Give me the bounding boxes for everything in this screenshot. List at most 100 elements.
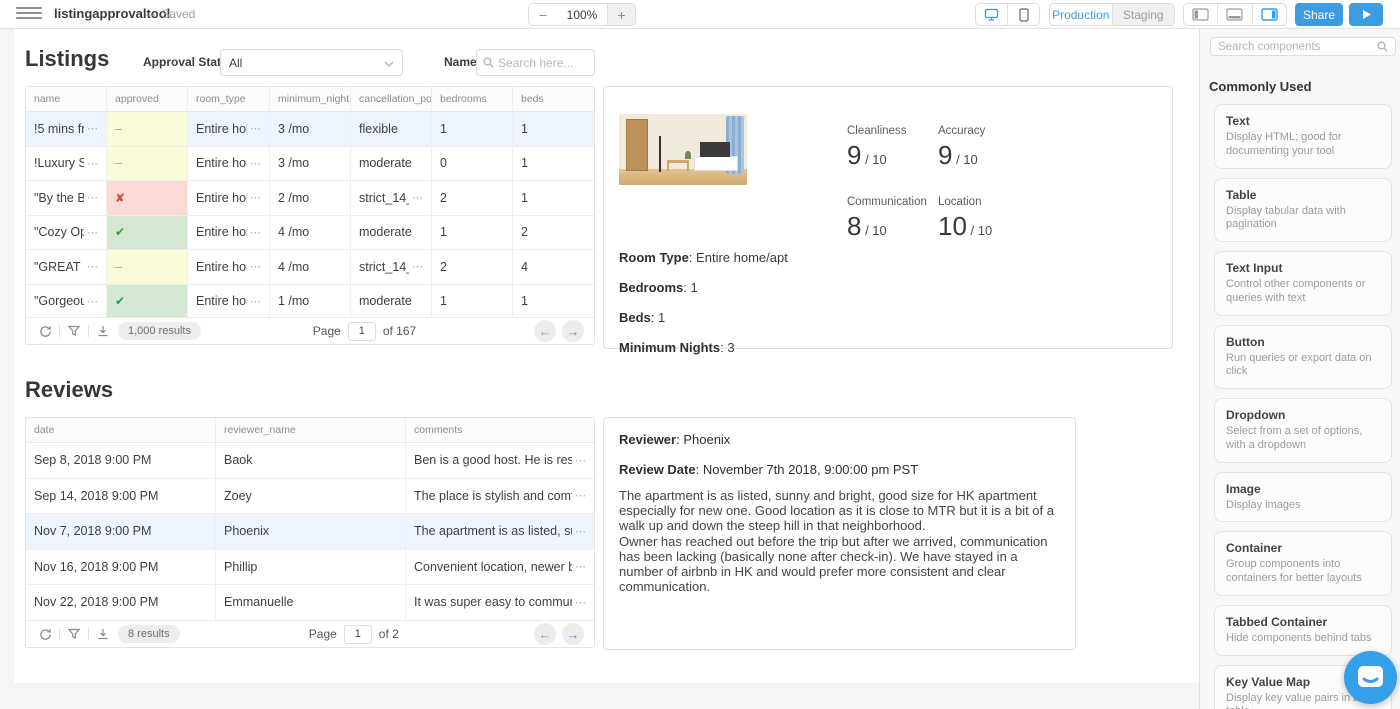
column-header-beds[interactable]: beds xyxy=(513,87,594,111)
components-search-input[interactable] xyxy=(1218,41,1377,53)
column-header-reviewer_name[interactable]: reviewer_name xyxy=(216,418,406,442)
column-header-name[interactable]: name xyxy=(26,87,107,111)
component-card-text-input[interactable]: Text InputControl other components or qu… xyxy=(1214,251,1392,316)
review-row[interactable]: Nov 16, 2018 9:00 PMPhillipConvenient lo… xyxy=(26,550,594,586)
filter-icon[interactable] xyxy=(65,322,83,340)
cell-overflow-icon[interactable]: ⋯ xyxy=(575,560,586,573)
cell-minimum-nights[interactable]: 4 /mo xyxy=(270,250,351,284)
cell-overflow-icon[interactable]: ⋯ xyxy=(250,122,261,135)
component-card-dropdown[interactable]: DropdownSelect from a set of options, wi… xyxy=(1214,398,1392,463)
refresh-icon[interactable] xyxy=(36,322,54,340)
run-button[interactable] xyxy=(1349,3,1383,26)
cell-bedrooms[interactable]: 1 xyxy=(432,285,513,319)
cell-bedrooms[interactable]: 0 xyxy=(432,147,513,181)
cell-overflow-icon[interactable]: ⋯ xyxy=(575,596,586,609)
cell-date[interactable]: Nov 22, 2018 9:00 PM xyxy=(26,585,216,620)
cell-date[interactable]: Nov 16, 2018 9:00 PM xyxy=(26,550,216,585)
listing-row[interactable]: !5 mins fron⋯–Entire home⋯3 /moflexible1… xyxy=(26,112,594,147)
column-header-approved[interactable]: approved xyxy=(107,87,188,111)
cell-beds[interactable]: 1 xyxy=(513,147,594,181)
cell-overflow-icon[interactable]: ⋯ xyxy=(87,226,98,239)
cell-approved[interactable]: ✔ xyxy=(107,285,188,319)
cell-beds[interactable]: 1 xyxy=(513,285,594,319)
cell-name[interactable]: "By the Bay⋯ xyxy=(26,181,107,215)
cell-approved[interactable]: – xyxy=(107,250,188,284)
cell-room-type[interactable]: Entire home⋯ xyxy=(188,147,270,181)
next-page-button[interactable]: → xyxy=(562,320,584,342)
cell-bedrooms[interactable]: 2 xyxy=(432,250,513,284)
toggle-bottom-panel-button[interactable] xyxy=(1217,4,1251,25)
cell-date[interactable]: Sep 14, 2018 9:00 PM xyxy=(26,479,216,514)
cell-room-type[interactable]: Entire home⋯ xyxy=(188,216,270,250)
prev-page-button[interactable]: ← xyxy=(534,623,556,645)
cell-cancellation-policy[interactable]: strict_14_w⋯ xyxy=(351,250,432,284)
cell-overflow-icon[interactable]: ⋯ xyxy=(575,454,586,467)
refresh-icon[interactable] xyxy=(36,625,54,643)
hamburger-menu-icon[interactable] xyxy=(16,7,42,22)
cell-overflow-icon[interactable]: ⋯ xyxy=(412,191,423,204)
cell-room-type[interactable]: Entire home⋯ xyxy=(188,112,270,146)
cell-name[interactable]: !5 mins fron⋯ xyxy=(26,112,107,146)
component-card-container[interactable]: ContainerGroup components into container… xyxy=(1214,531,1392,596)
cell-overflow-icon[interactable]: ⋯ xyxy=(250,295,261,308)
component-card-image[interactable]: ImageDisplay images xyxy=(1214,472,1392,523)
column-header-cancellation_poli...[interactable]: cancellation_poli... xyxy=(351,87,432,111)
cell-overflow-icon[interactable]: ⋯ xyxy=(87,122,98,135)
listing-row[interactable]: "GREAT LOC⋯–Entire home⋯4 /mostrict_14_w… xyxy=(26,250,594,285)
cell-bedrooms[interactable]: 1 xyxy=(432,112,513,146)
cell-reviewer-name[interactable]: Phoenix xyxy=(216,514,406,549)
cell-cancellation-policy[interactable]: strict_14_w⋯ xyxy=(351,181,432,215)
cell-reviewer-name[interactable]: Baok xyxy=(216,443,406,478)
cell-minimum-nights[interactable]: 3 /mo xyxy=(270,112,351,146)
next-page-button[interactable]: → xyxy=(562,623,584,645)
page-number-input[interactable] xyxy=(348,322,376,341)
mobile-view-button[interactable] xyxy=(1007,4,1039,25)
filter-icon[interactable] xyxy=(65,625,83,643)
cell-overflow-icon[interactable]: ⋯ xyxy=(87,157,98,170)
column-header-room_type[interactable]: room_type xyxy=(188,87,270,111)
cell-cancellation-policy[interactable]: moderate xyxy=(351,147,432,181)
cell-beds[interactable]: 1 xyxy=(513,112,594,146)
cell-overflow-icon[interactable]: ⋯ xyxy=(87,295,98,308)
toggle-right-panel-button[interactable] xyxy=(1252,4,1286,25)
cell-comments[interactable]: It was super easy to communicate wi⋯ xyxy=(406,585,594,620)
share-button[interactable]: Share xyxy=(1295,3,1343,26)
listing-row[interactable]: "Gorgeous a⋯✔Entire home⋯1 /momoderate11 xyxy=(26,285,594,320)
toggle-left-panel-button[interactable] xyxy=(1184,4,1217,25)
cell-beds[interactable]: 4 xyxy=(513,250,594,284)
column-header-bedrooms[interactable]: bedrooms xyxy=(432,87,513,111)
cell-reviewer-name[interactable]: Phillip xyxy=(216,550,406,585)
cell-name[interactable]: "Gorgeous a⋯ xyxy=(26,285,107,319)
page-number-input[interactable] xyxy=(344,625,372,644)
cell-bedrooms[interactable]: 2 xyxy=(432,181,513,215)
cell-reviewer-name[interactable]: Emmanuelle xyxy=(216,585,406,620)
listing-row[interactable]: !Luxury Stu⋯–Entire home⋯3 /momoderate01 xyxy=(26,147,594,182)
review-row[interactable]: Nov 7, 2018 9:00 PMPhoenixThe apartment … xyxy=(26,514,594,550)
cell-cancellation-policy[interactable]: moderate xyxy=(351,216,432,250)
cell-minimum-nights[interactable]: 1 /mo xyxy=(270,285,351,319)
review-row[interactable]: Nov 22, 2018 9:00 PMEmmanuelleIt was sup… xyxy=(26,585,594,621)
download-icon[interactable] xyxy=(94,322,112,340)
download-icon[interactable] xyxy=(94,625,112,643)
column-header-comments[interactable]: comments xyxy=(406,418,594,442)
cell-bedrooms[interactable]: 1 xyxy=(432,216,513,250)
cell-approved[interactable]: – xyxy=(107,112,188,146)
review-row[interactable]: Sep 8, 2018 9:00 PMBaokBen is a good hos… xyxy=(26,443,594,479)
chat-support-button[interactable] xyxy=(1344,651,1397,704)
cell-name[interactable]: !Luxury Stu⋯ xyxy=(26,147,107,181)
cell-comments[interactable]: The place is stylish and comfortable.⋯ xyxy=(406,479,594,514)
cell-overflow-icon[interactable]: ⋯ xyxy=(250,260,261,273)
cell-cancellation-policy[interactable]: moderate xyxy=(351,285,432,319)
cell-comments[interactable]: Convenient location, newer building,⋯ xyxy=(406,550,594,585)
listing-row[interactable]: "By the Bay⋯✘Entire home⋯2 /mostrict_14_… xyxy=(26,181,594,216)
cell-beds[interactable]: 2 xyxy=(513,216,594,250)
prev-page-button[interactable]: ← xyxy=(534,320,556,342)
cell-reviewer-name[interactable]: Zoey xyxy=(216,479,406,514)
cell-approved[interactable]: ✔ xyxy=(107,216,188,250)
cell-comments[interactable]: The apartment is as listed, sunny and⋯ xyxy=(406,514,594,549)
listings-search-input[interactable] xyxy=(498,56,586,70)
review-row[interactable]: Sep 14, 2018 9:00 PMZoeyThe place is sty… xyxy=(26,479,594,515)
component-card-tabbed-container[interactable]: Tabbed ContainerHide components behind t… xyxy=(1214,605,1392,656)
cell-overflow-icon[interactable]: ⋯ xyxy=(250,157,261,170)
cell-beds[interactable]: 1 xyxy=(513,181,594,215)
